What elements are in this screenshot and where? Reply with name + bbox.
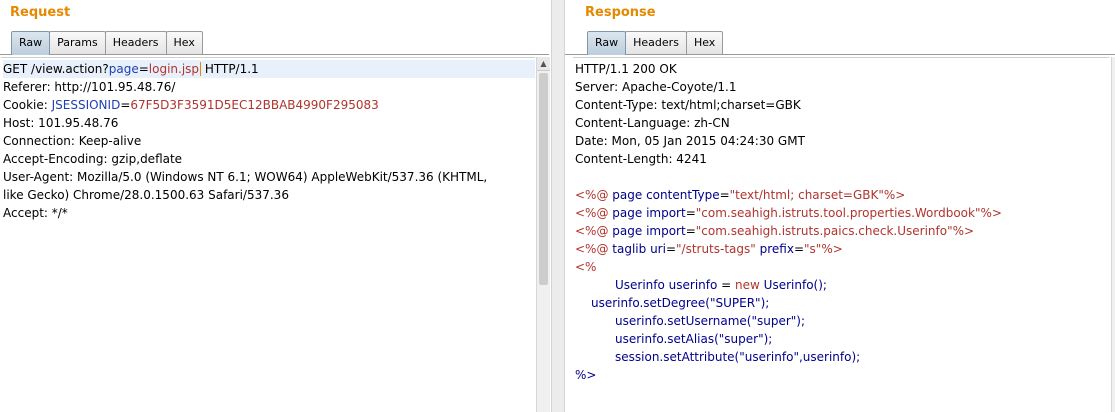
request-title: Request — [10, 5, 71, 20]
response-scrollbar[interactable] — [1111, 57, 1115, 412]
jsp-directive: <%@ taglib uri="/struts-tags" prefix="s"… — [575, 242, 843, 256]
request-line: GET /view.action?page=login.jsp HTTP/1.1 — [3, 60, 535, 78]
tab-raw[interactable]: Raw — [11, 31, 51, 55]
header-server: Server: Apache-Coyote/1.1 — [575, 80, 737, 94]
code-line: userinfo.setAlias("super"); — [615, 332, 773, 346]
header-content-type: Content-Type: text/html;charset=GBK — [575, 98, 801, 112]
response-status: HTTP/1.1 200 OK — [575, 62, 677, 76]
header-referer: Referer: http://101.95.48.76/ — [3, 80, 176, 94]
tab-raw[interactable]: Raw — [587, 31, 627, 55]
code-line: session.setAttribute("userinfo",userinfo… — [615, 350, 861, 364]
scroll-up-icon[interactable]: ▲ — [537, 57, 550, 71]
request-tabs: Raw Params Headers Hex — [11, 31, 203, 55]
response-editor[interactable]: HTTP/1.1 200 OK Server: Apache-Coyote/1.… — [573, 57, 1109, 412]
code-line: userinfo.setDegree("SUPER"); — [591, 296, 770, 310]
header-accept-encoding: Accept-Encoding: gzip,deflate — [3, 152, 183, 166]
code-line: userinfo.setUsername("super"); — [615, 314, 806, 328]
jsp-directive: <%@ page import="com.seahigh.istruts.too… — [575, 206, 1002, 220]
response-tabs: Raw Headers Hex — [587, 31, 724, 55]
scriptlet-close: %> — [575, 368, 597, 382]
header-user-agent-cont: like Gecko) Chrome/28.0.1500.63 Safari/5… — [3, 188, 289, 202]
tab-hex[interactable]: Hex — [685, 31, 724, 55]
header-date: Date: Mon, 05 Jan 2015 04:24:30 GMT — [575, 134, 805, 148]
header-content-length: Content-Length: 4241 — [575, 152, 707, 166]
header-connection: Connection: Keep-alive — [3, 134, 142, 148]
response-title: Response — [585, 5, 656, 20]
pane-divider[interactable] — [551, 0, 565, 412]
jsp-directive: <%@ page contentType="text/html; charset… — [575, 188, 906, 202]
scriptlet-open: <% — [575, 260, 597, 274]
header-cookie: Cookie: JSESSIONID=67F5D3F3591D5EC12BBAB… — [3, 98, 379, 112]
request-scrollbar[interactable]: ▲ — [536, 57, 550, 412]
tab-headers[interactable]: Headers — [625, 31, 687, 55]
header-user-agent: User-Agent: Mozilla/5.0 (Windows NT 6.1;… — [3, 170, 488, 184]
tab-hex[interactable]: Hex — [165, 31, 203, 55]
tab-params[interactable]: Params — [49, 31, 106, 55]
header-accept: Accept: */* — [3, 206, 68, 220]
request-pane: Request Raw Params Headers Hex GET /view… — [0, 0, 551, 412]
scroll-thumb[interactable] — [539, 73, 548, 285]
code-line: Userinfo userinfo = new Userinfo(); — [615, 278, 827, 292]
request-editor[interactable]: GET /view.action?page=login.jsp HTTP/1.1… — [1, 57, 535, 412]
header-host: Host: 101.95.48.76 — [3, 116, 119, 130]
response-pane: Response Raw Headers Hex HTTP/1.1 200 OK… — [565, 0, 1115, 412]
tab-headers[interactable]: Headers — [104, 31, 167, 55]
jsp-directive: <%@ page import="com.seahigh.istruts.pai… — [575, 224, 975, 238]
header-content-language: Content-Language: zh-CN — [575, 116, 730, 130]
